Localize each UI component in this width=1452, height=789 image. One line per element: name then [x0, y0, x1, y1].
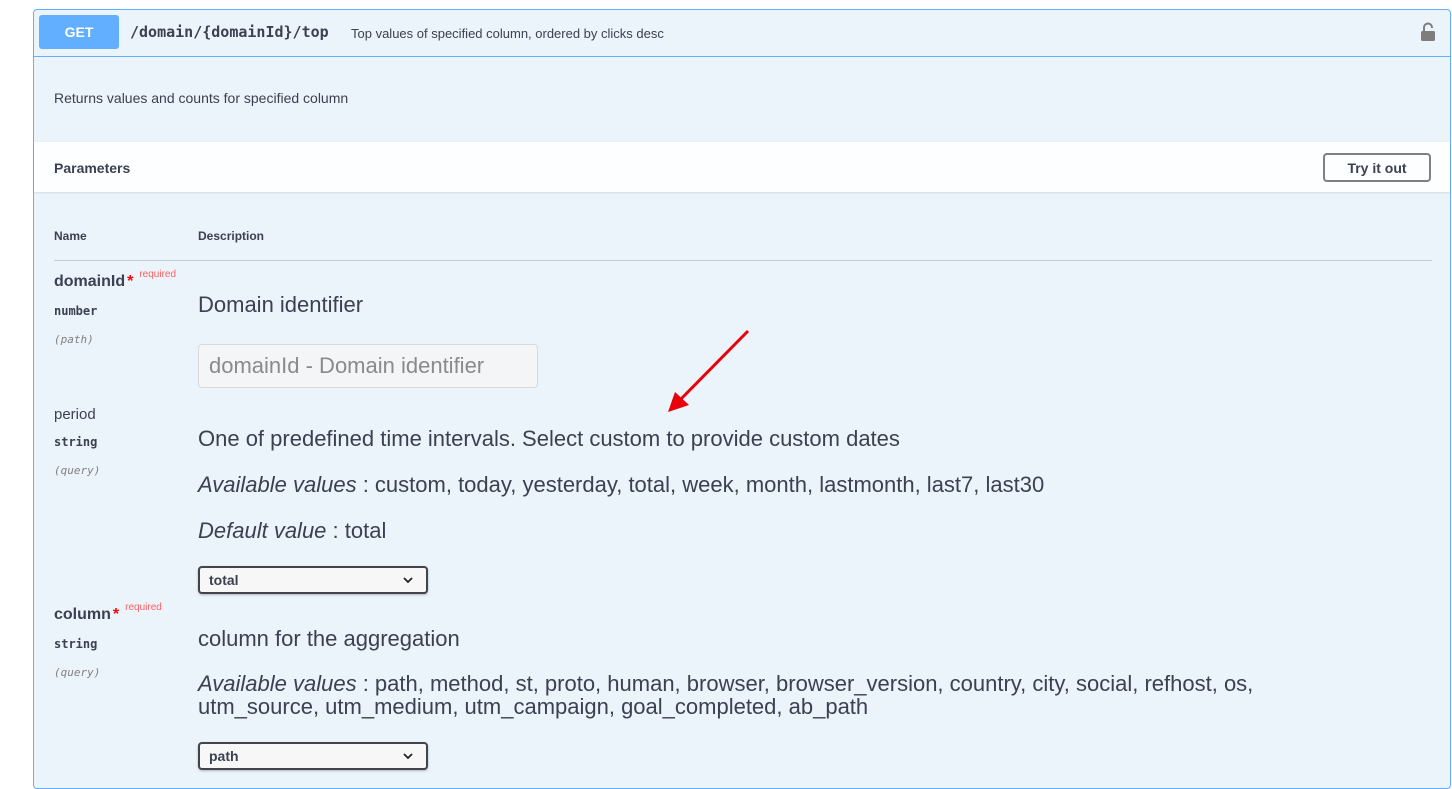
available-values-list: : path, method, st, proto, human, browse… — [198, 671, 1254, 719]
available-values-list: : custom, today, yesterday, total, week,… — [356, 472, 1045, 497]
try-it-out-button[interactable]: Try it out — [1323, 153, 1431, 182]
param-name-period: period — [54, 406, 96, 423]
default-value-period: Default value : total — [198, 518, 386, 544]
chevron-down-icon — [403, 753, 413, 760]
chevron-down-icon — [403, 577, 413, 584]
operation-description: Returns values and counts for specified … — [54, 90, 349, 106]
domainId-input[interactable]: domainId - Domain identifier — [198, 344, 538, 388]
parameters-header: Parameters Try it out — [34, 142, 1450, 192]
operation-summary[interactable]: GET /domain/{domainId}/top Top values of… — [34, 10, 1450, 57]
required-label: required — [139, 269, 177, 280]
default-value-text: : total — [326, 518, 387, 543]
param-name-domainId: domainId * required — [54, 269, 176, 291]
available-values-column: Available values : path, method, st, pro… — [198, 672, 1328, 718]
param-name-text: column — [54, 606, 111, 623]
period-select-value: total — [209, 572, 239, 588]
param-in-period: (query) — [54, 464, 101, 477]
parameters-title: Parameters — [54, 160, 131, 176]
period-select[interactable]: total — [198, 566, 428, 594]
param-type-period: string — [54, 435, 98, 449]
column-header-description: Description — [198, 229, 265, 243]
available-values-label: Available values — [198, 472, 357, 497]
required-label: required — [125, 602, 162, 613]
param-in-column: (query) — [54, 666, 101, 679]
required-star: * — [112, 606, 120, 623]
operation-summary-text: Top values of specified column, ordered … — [351, 26, 664, 41]
param-type-domainId: number — [54, 304, 98, 318]
operation-block: GET /domain/{domainId}/top Top values of… — [33, 9, 1451, 789]
header-divider — [54, 260, 1432, 261]
param-description-column: column for the aggregation — [198, 626, 460, 651]
default-value-label: Default value — [198, 518, 327, 543]
param-description-domainId: Domain identifier — [198, 292, 364, 317]
column-header-name: Name — [54, 229, 87, 243]
param-in-domainId: (path) — [54, 333, 94, 346]
column-select[interactable]: path — [198, 742, 428, 770]
lock-icon[interactable] — [1420, 22, 1436, 42]
param-type-column: string — [54, 637, 98, 651]
available-values-period: Available values : custom, today, yester… — [198, 472, 1044, 498]
param-name-column: column * required — [54, 602, 162, 624]
available-values-label: Available values — [198, 671, 357, 696]
param-description-period: One of predefined time intervals. Select… — [198, 426, 900, 451]
http-method-badge: GET — [39, 15, 119, 49]
endpoint-path: /domain/{domainId}/top — [130, 23, 329, 41]
required-star: * — [127, 273, 134, 290]
column-select-value: path — [209, 748, 239, 764]
param-name-text: domainId — [54, 273, 126, 290]
